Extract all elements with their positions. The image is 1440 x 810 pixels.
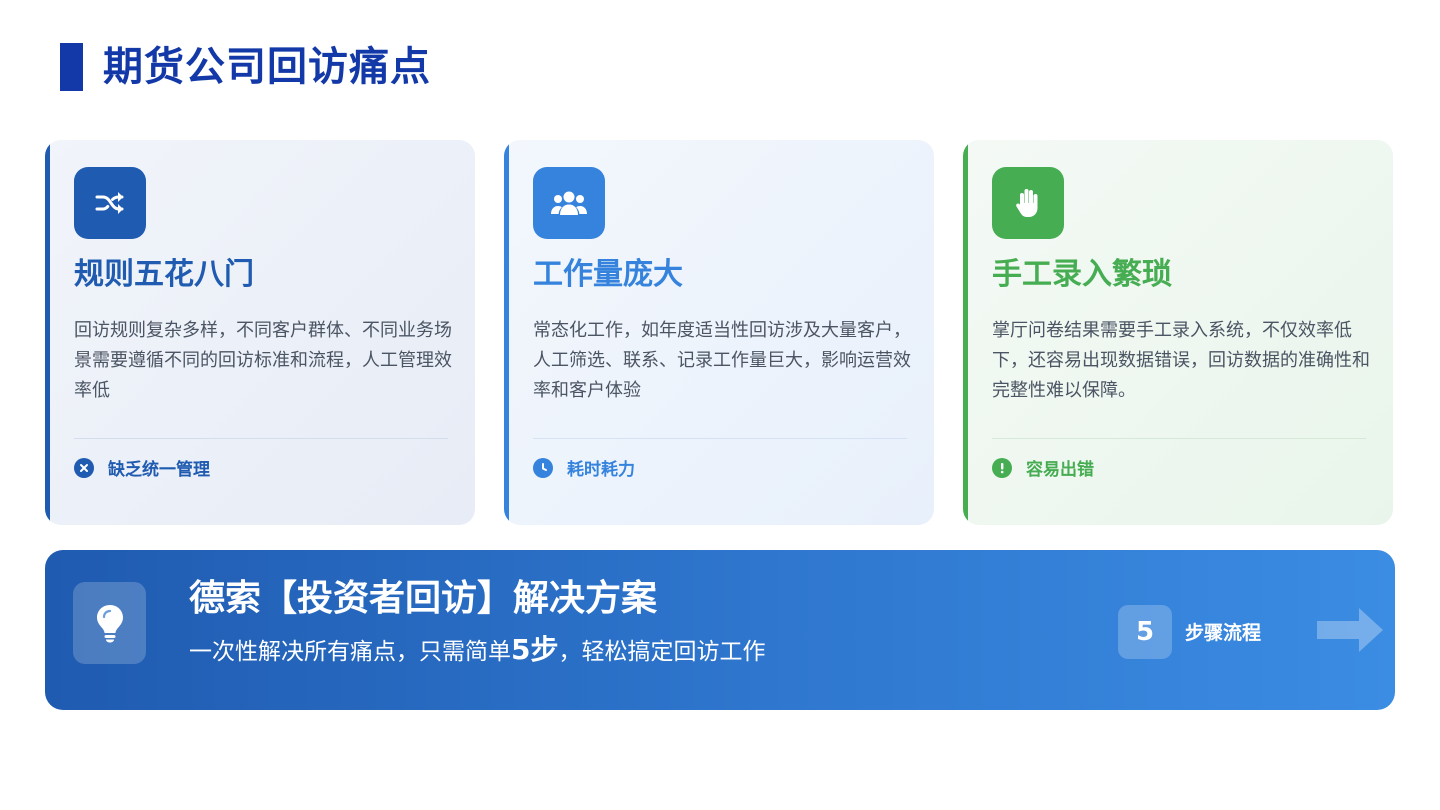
card-accent-bar bbox=[963, 140, 968, 525]
lightbulb-icon bbox=[96, 605, 123, 643]
hand-icon bbox=[1016, 189, 1038, 217]
card-accent-bar bbox=[45, 140, 50, 525]
card-divider bbox=[74, 438, 448, 439]
pain-point-card-manual-entry: 手工录入繁琐 掌厅问卷结果需要手工录入系统，不仅效率低下，还容易出现数据错误，回… bbox=[963, 140, 1393, 525]
card-icon-box bbox=[992, 167, 1064, 239]
card-tag-label: 耗时耗力 bbox=[567, 460, 635, 480]
banner-subtitle: 一次性解决所有痛点，只需简单5步，轻松搞定回访工作 bbox=[189, 632, 765, 670]
step-count-badge: 5 bbox=[1118, 605, 1172, 659]
card-title: 工作量庞大 bbox=[533, 257, 683, 292]
banner-icon-box bbox=[73, 582, 146, 664]
banner-subtitle-suffix: ，轻松搞定回访工作 bbox=[558, 639, 766, 665]
card-tag-label: 缺乏统一管理 bbox=[108, 460, 210, 480]
pain-point-card-workload: 工作量庞大 常态化工作，如年度适当性回访涉及大量客户，人工筛选、联系、记录工作量… bbox=[504, 140, 934, 525]
card-tag: 容易出错 bbox=[992, 455, 1094, 480]
solution-banner: 德索【投资者回访】解决方案 一次性解决所有痛点，只需简单5步，轻松搞定回访工作 … bbox=[45, 550, 1395, 710]
arrow-right-icon bbox=[1317, 608, 1383, 652]
card-accent-bar bbox=[504, 140, 509, 525]
card-description: 掌厅问卷结果需要手工录入系统，不仅效率低下，还容易出现数据错误，回访数据的准确性… bbox=[992, 320, 1370, 401]
card-icon-box bbox=[74, 167, 146, 239]
card-divider bbox=[533, 438, 907, 439]
card-divider bbox=[992, 438, 1366, 439]
pain-point-card-rules: 规则五花八门 回访规则复杂多样，不同客户群体、不同业务场景需要遵循不同的回访标准… bbox=[45, 140, 475, 525]
step-label: 步骤流程 bbox=[1185, 622, 1262, 644]
page-title: 期货公司回访痛点 bbox=[103, 44, 431, 90]
clock-icon bbox=[533, 457, 553, 478]
banner-subtitle-prefix: 一次性解决所有痛点，只需简单 bbox=[189, 639, 511, 665]
banner-subtitle-highlight: 5步 bbox=[511, 633, 559, 666]
title-accent-bar bbox=[60, 43, 83, 91]
users-icon bbox=[551, 191, 587, 215]
card-tag-label: 容易出错 bbox=[1026, 460, 1094, 480]
card-description: 回访规则复杂多样，不同客户群体、不同业务场景需要遵循不同的回访标准和流程，人工管… bbox=[74, 320, 452, 401]
card-icon-box bbox=[533, 167, 605, 239]
card-title: 规则五花八门 bbox=[74, 257, 254, 292]
card-description: 常态化工作，如年度适当性回访涉及大量客户，人工筛选、联系、记录工作量巨大，影响运… bbox=[533, 320, 911, 401]
slide: 期货公司回访痛点 规则五花八门 回访规则复杂多样，不同客户群体、不同业务场景需要… bbox=[0, 0, 1440, 810]
banner-title: 德索【投资者回访】解决方案 bbox=[189, 578, 658, 619]
shuffle-icon bbox=[95, 192, 124, 214]
exclamation-circle-icon bbox=[992, 457, 1012, 478]
card-title: 手工录入繁琐 bbox=[992, 257, 1172, 292]
card-tag: 缺乏统一管理 bbox=[74, 455, 210, 480]
card-tag: 耗时耗力 bbox=[533, 455, 635, 480]
x-circle-icon bbox=[74, 457, 94, 478]
